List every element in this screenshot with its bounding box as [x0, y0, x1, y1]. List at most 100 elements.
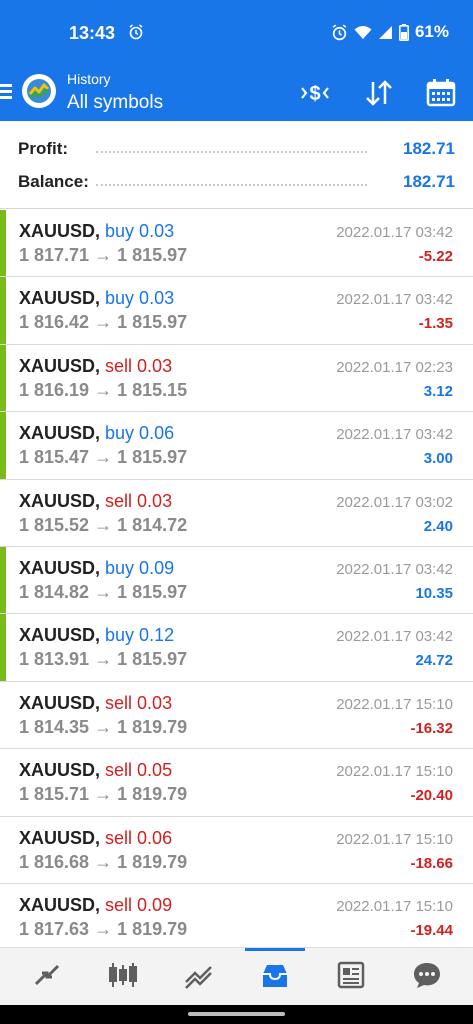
- deal-date: 2022.01.17 02:23: [336, 358, 453, 376]
- deal-symbol: XAUUSD,: [19, 355, 101, 376]
- deal-date: 2022.01.17 03:42: [336, 560, 453, 578]
- deal-symbol: XAUUSD,: [19, 827, 101, 848]
- deal-side: sell 0.03: [105, 490, 173, 511]
- dotted-leader: [96, 184, 367, 186]
- nav-trade[interactable]: [169, 948, 229, 1006]
- deal-row[interactable]: XAUUSD, sell 0.03 1 814.35 → 1 819.79 20…: [0, 681, 473, 750]
- deal-side: sell 0.03: [105, 355, 173, 376]
- deal-symbol: XAUUSD,: [19, 423, 101, 444]
- deal-symbol: XAUUSD,: [19, 557, 101, 578]
- battery-percent: 61%: [414, 22, 449, 41]
- deal-profit: -20.40: [410, 787, 453, 805]
- deal-row[interactable]: XAUUSD, sell 0.09 1 817.63 → 1 819.79 20…: [0, 883, 473, 952]
- deal-symbol: XAUUSD,: [19, 221, 101, 241]
- dotted-leader: [96, 151, 367, 153]
- calendar-icon[interactable]: [424, 76, 458, 110]
- deal-prices: 1 814.35 → 1 819.79: [19, 716, 188, 737]
- deal-symbol: XAUUSD,: [19, 288, 101, 309]
- deal-profit: -5.22: [418, 248, 453, 265]
- deal-profit: 24.72: [415, 652, 453, 670]
- deal-symbol: XAUUSD,: [19, 894, 101, 915]
- deal-profit: 3.12: [423, 382, 453, 400]
- deal-prices: 1 813.91 → 1 815.97: [19, 649, 188, 670]
- deal-profit: -19.44: [410, 921, 453, 939]
- currency-filter-icon[interactable]: $: [298, 76, 332, 110]
- deal-prices: 1 816.42 → 1 815.97: [19, 312, 188, 333]
- deal-side: buy 0.06: [105, 423, 175, 444]
- balance-label: Balance:: [18, 172, 89, 191]
- deal-row[interactable]: XAUUSD, buy 0.03 1 817.71 → 1 815.97 202…: [0, 210, 473, 278]
- buy-indicator: [0, 546, 6, 614]
- balance-value: 182.71: [403, 172, 455, 191]
- deal-side: buy 0.12: [105, 625, 175, 646]
- deal-prices: 1 815.47 → 1 815.97: [19, 447, 188, 468]
- trade-icon: [183, 960, 215, 995]
- balance-row: Balance: 182.71: [18, 172, 455, 196]
- deal-prices: 1 816.19 → 1 815.15: [19, 379, 188, 400]
- status-time: 13:43: [69, 23, 116, 43]
- deal-profit: -18.66: [410, 854, 453, 872]
- deal-date: 2022.01.17 03:42: [336, 224, 453, 241]
- deal-profit: 2.40: [423, 517, 453, 535]
- signal-icon: [378, 25, 393, 40]
- app-bar: History All symbols $: [0, 64, 473, 121]
- deal-symbol: XAUUSD,: [19, 625, 101, 646]
- sort-icon[interactable]: [362, 76, 396, 110]
- deal-row[interactable]: XAUUSD, buy 0.03 1 816.42 → 1 815.97 202…: [0, 277, 473, 345]
- deal-date: 2022.01.17 03:42: [336, 628, 453, 646]
- deal-prices: 1 817.71 → 1 815.97: [19, 245, 188, 265]
- deal-row[interactable]: XAUUSD, sell 0.03 1 815.52 → 1 814.72 20…: [0, 479, 473, 547]
- deal-prices: 1 815.71 → 1 819.79: [19, 784, 188, 805]
- menu-icon[interactable]: [0, 84, 12, 100]
- nav-chart[interactable]: [93, 948, 153, 1006]
- deal-row[interactable]: XAUUSD, buy 0.09 1 814.82 → 1 815.97 202…: [0, 546, 473, 615]
- deal-date: 2022.01.17 03:02: [336, 493, 453, 511]
- buy-indicator: [0, 614, 6, 681]
- bottom-nav: [0, 947, 473, 1005]
- deal-date: 2022.01.17 15:10: [336, 695, 453, 713]
- profit-value: 182.71: [403, 139, 455, 158]
- deal-prices: 1 814.82 → 1 815.97: [19, 581, 188, 602]
- battery-icon: [398, 23, 409, 41]
- nav-news[interactable]: [321, 948, 381, 1006]
- deal-row[interactable]: XAUUSD, sell 0.06 1 816.68 → 1 819.79 20…: [0, 816, 473, 884]
- deal-row[interactable]: XAUUSD, buy 0.06 1 815.47 → 1 815.97 202…: [0, 412, 473, 480]
- deal-symbol: XAUUSD,: [19, 490, 101, 511]
- home-indicator[interactable]: [188, 1012, 285, 1016]
- deal-profit: -16.32: [410, 719, 453, 737]
- deal-row[interactable]: XAUUSD, sell 0.03 1 816.19 → 1 815.15 20…: [0, 344, 473, 413]
- messages-icon: [411, 960, 443, 995]
- deal-date: 2022.01.17 15:10: [336, 897, 453, 915]
- deal-side: sell 0.09: [105, 894, 173, 915]
- deal-side: buy 0.03: [105, 221, 175, 241]
- app-logo-icon[interactable]: [22, 74, 56, 108]
- history-icon: [260, 962, 290, 995]
- deal-profit: -1.35: [418, 315, 453, 333]
- deal-prices: 1 817.63 → 1 819.79: [19, 918, 188, 939]
- gesture-bar: [0, 1005, 473, 1024]
- deal-prices: 1 816.68 → 1 819.79: [19, 851, 188, 872]
- deal-date: 2022.01.17 15:10: [336, 763, 453, 781]
- screen-subtitle: History: [67, 71, 111, 87]
- nav-history[interactable]: [245, 948, 305, 1006]
- nav-quotes[interactable]: [17, 948, 77, 1006]
- deal-side: sell 0.06: [105, 827, 173, 848]
- wifi-icon: [354, 25, 372, 40]
- news-icon: [336, 960, 366, 995]
- buy-indicator: [0, 210, 6, 277]
- symbol-filter-title[interactable]: All symbols: [67, 92, 163, 114]
- deal-row[interactable]: XAUUSD, buy 0.12 1 813.91 → 1 815.97 202…: [0, 614, 473, 682]
- buy-indicator: [0, 344, 6, 412]
- deal-side: sell 0.03: [105, 692, 173, 713]
- buy-indicator: [0, 277, 6, 344]
- status-bar: 13:43 61%: [0, 0, 473, 64]
- svg-text:$: $: [309, 83, 320, 105]
- deal-prices: 1 815.52 → 1 814.72: [19, 514, 188, 535]
- deal-date: 2022.01.17 03:42: [336, 291, 453, 309]
- deal-profit: 10.35: [415, 584, 453, 602]
- deal-date: 2022.01.17 03:42: [336, 426, 453, 444]
- deal-row[interactable]: XAUUSD, sell 0.05 1 815.71 → 1 819.79 20…: [0, 749, 473, 817]
- deals-list: XAUUSD, buy 0.03 1 817.71 → 1 815.97 202…: [0, 210, 473, 952]
- nav-messages[interactable]: [397, 948, 457, 1006]
- history-summary: Profit: 182.71 Balance: 182.71: [0, 121, 473, 209]
